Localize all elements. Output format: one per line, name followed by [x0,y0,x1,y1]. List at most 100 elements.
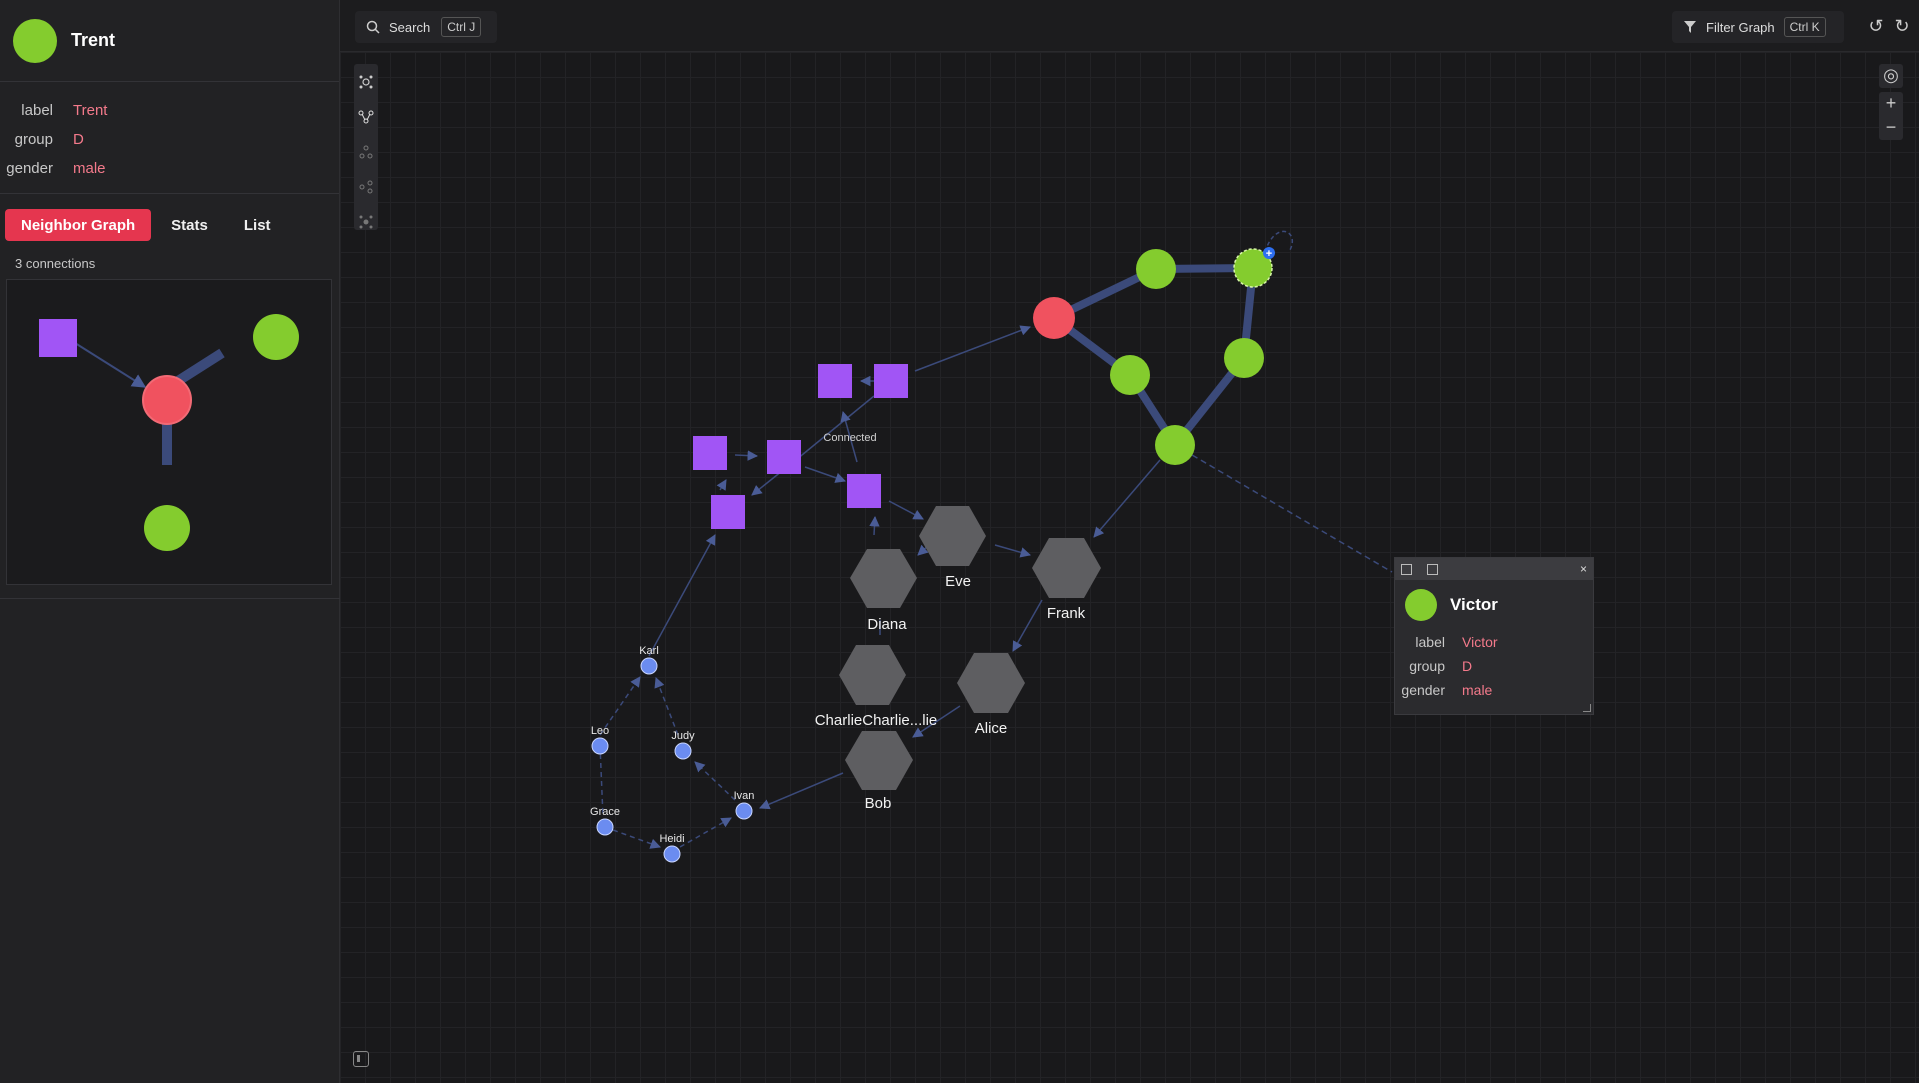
node-square[interactable] [711,495,745,529]
node-label-small: Ivan [734,790,755,802]
zoom-toolbar: ◎ + − [1879,64,1903,140]
neighbor-graph-svg [39,314,299,551]
graph-edge [994,544,1032,558]
property-row: gender male [0,154,339,183]
node-small[interactable] [674,742,692,760]
node-small[interactable] [596,818,614,836]
node-circle[interactable] [1136,249,1176,289]
node-label-small: Judy [671,730,695,742]
property-value: Victor [1462,634,1498,650]
fit-view-icon[interactable]: ◎ [1879,64,1903,88]
node-square[interactable] [767,440,801,474]
graph-edge [804,466,846,483]
divider [0,598,340,599]
top-toolbar: Search Ctrl J Filter Graph Ctrl K ↺ ↻ [340,0,1919,52]
tab-list[interactable]: List [228,209,287,241]
focus-icon[interactable] [1401,563,1412,575]
graph-edge-dashed [679,817,732,848]
collapse-sidebar-icon[interactable] [353,1051,369,1067]
graph-edge [734,450,759,461]
node-label-small: Karl [639,645,659,657]
property-key: gender [1401,682,1445,698]
neighbor-graph-view[interactable] [6,279,332,585]
close-icon[interactable]: × [1580,562,1587,576]
filter-shortcut: Ctrl K [1783,17,1826,37]
layout-radial-button[interactable] [354,204,378,239]
node-small[interactable] [640,657,658,675]
node-square[interactable] [693,436,727,470]
graph-edge [759,772,844,810]
search-icon [366,20,380,34]
node-label: Frank [1047,605,1086,622]
graph-canvas[interactable]: Connected Eve Frank Diana CharlieCharlie… [340,52,1919,1083]
sidebar: Trent label Trent group D gender male Ne… [0,0,340,1083]
undo-icon[interactable]: ↺ [1865,15,1887,37]
popup-title: Victor [1450,595,1498,614]
node-hexagon-bob[interactable] [845,731,913,790]
graph-edge [869,515,880,536]
property-row: label Trent [0,96,339,125]
node-square[interactable] [874,364,908,398]
search-button[interactable]: Search Ctrl J [355,11,497,43]
property-value: male [1462,682,1493,698]
property-row: group D [0,125,339,154]
neighbor-node-circle[interactable] [144,505,190,551]
node-hexagon-charlie[interactable] [839,645,906,705]
node-color-icon [13,18,57,63]
node-small[interactable] [591,737,609,755]
node-circle[interactable] [1110,355,1150,395]
node-circle[interactable] [1224,338,1264,378]
node-label: Diana [867,616,907,633]
network-layout-icon [358,110,374,123]
layout-hierarchy-button[interactable] [354,169,378,204]
expand-icon[interactable] [1427,563,1438,575]
sidebar-tabs: Neighbor Graph Stats List [0,194,339,241]
neighbor-node-square[interactable] [39,319,77,357]
node-square[interactable] [847,474,881,508]
zoom-group: + − [1879,92,1903,140]
property-key: group [1409,658,1445,674]
node-circle-red[interactable] [1033,297,1075,339]
selected-node-title: Trent [71,30,116,50]
node-color-icon [1405,589,1437,621]
node-hexagon-eve[interactable] [919,506,986,566]
node-popup[interactable]: × Victor label Victor group D gender mal… [1394,557,1594,715]
node-hexagon-alice[interactable] [957,653,1025,713]
node-hexagon-frank[interactable] [1032,538,1101,598]
node-label: CharlieCharlie...lie [815,712,938,729]
layout-tree-button[interactable] [354,134,378,169]
layout-network-button[interactable] [354,99,378,134]
graph-edge [1093,459,1161,538]
neighbor-node-center[interactable] [142,375,192,425]
tab-stats[interactable]: Stats [155,209,224,241]
layout-force-button[interactable] [354,64,378,99]
neighbor-edge [74,342,147,388]
popup-header: Victor [1395,580,1593,630]
node-label-small: Grace [590,806,620,818]
popup-toolbar: × [1395,558,1593,580]
redo-icon[interactable]: ↻ [1891,15,1913,37]
zoom-out-icon[interactable]: − [1879,116,1903,140]
tab-neighbor-graph[interactable]: Neighbor Graph [5,209,152,241]
node-circle-victor[interactable] [1155,425,1195,465]
neighbor-node-circle[interactable] [253,314,299,360]
property-key: group [14,131,53,148]
node-square[interactable] [818,364,852,398]
node-small[interactable] [735,802,753,820]
property-value: D [73,131,84,148]
graph-edge [914,325,1031,372]
zoom-in-icon[interactable]: + [1879,92,1903,116]
graph-edge [1012,599,1043,652]
graph-edge-dashed [612,829,661,849]
node-hexagon-diana[interactable] [850,549,917,608]
filter-graph-button[interactable]: Filter Graph Ctrl K [1672,11,1844,43]
node-label: Bob [865,795,892,812]
graph-edge-dashed [1174,444,1393,573]
node-small[interactable] [663,845,681,863]
resize-handle[interactable] [1583,704,1591,712]
layout-toolbar [354,64,378,230]
graph-edge-dashed [654,677,679,736]
property-value: D [1462,658,1473,674]
property-key: label [1415,634,1445,650]
property-key: gender [6,160,53,177]
